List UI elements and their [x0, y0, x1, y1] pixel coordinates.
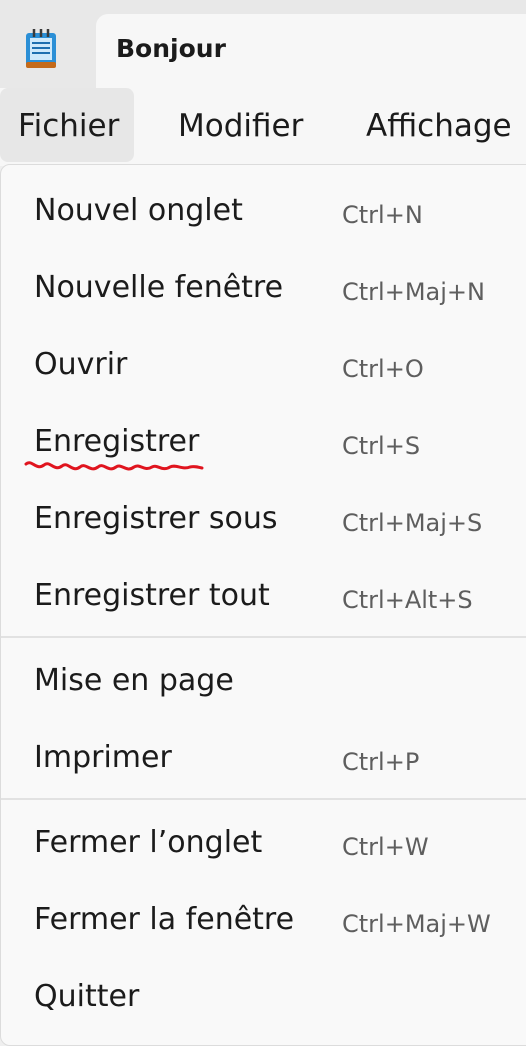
menu-item-close-window[interactable]: Fermer la fenêtre Ctrl+Maj+W — [1, 874, 526, 950]
menu-item-label: Fermer l’onglet — [34, 825, 263, 860]
document-tab[interactable]: Bonjour — [96, 14, 526, 88]
menu-item-save-all[interactable]: Enregistrer tout Ctrl+Alt+S — [1, 550, 526, 626]
menu-item-new-window[interactable]: Nouvelle fenêtre Ctrl+Maj+N — [1, 242, 526, 318]
menu-item-label: Fermer la fenêtre — [34, 902, 295, 937]
file-menu-dropdown: Nouvel onglet Ctrl+N Nouvelle fenêtre Ct… — [0, 164, 526, 1046]
tab-title: Bonjour — [116, 34, 226, 63]
menu-item-shortcut: Ctrl+W — [342, 833, 429, 861]
menu-fichier[interactable]: Fichier — [0, 88, 134, 162]
menu-item-shortcut: Ctrl+Alt+S — [342, 586, 473, 614]
menu-item-shortcut: Ctrl+Maj+W — [342, 910, 491, 938]
menu-item-label: Ouvrir — [34, 347, 128, 382]
notepad-icon — [26, 29, 56, 68]
menu-item-shortcut: Ctrl+Maj+N — [342, 278, 485, 306]
menu-item-label: Enregistrer tout — [34, 578, 270, 613]
menu-modifier[interactable]: Modifier — [178, 88, 303, 162]
menu-item-page-setup[interactable]: Mise en page — [1, 635, 526, 711]
menu-item-shortcut: Ctrl+O — [342, 355, 424, 383]
menu-item-label: Enregistrer sous — [34, 501, 278, 536]
menu-item-label: Enregistrer — [34, 424, 200, 459]
menu-item-close-tab[interactable]: Fermer l’onglet Ctrl+W — [1, 797, 526, 873]
menu-bar: Fichier Modifier Affichage — [0, 88, 526, 166]
title-bar: Bonjour — [0, 0, 526, 88]
menu-item-save-as[interactable]: Enregistrer sous Ctrl+Maj+S — [1, 473, 526, 549]
menu-item-open[interactable]: Ouvrir Ctrl+O — [1, 319, 526, 395]
menu-item-shortcut: Ctrl+S — [342, 432, 421, 460]
menu-item-new-tab[interactable]: Nouvel onglet Ctrl+N — [1, 165, 526, 241]
menu-item-label: Quitter — [34, 979, 140, 1014]
menu-item-shortcut: Ctrl+P — [342, 748, 420, 776]
menu-item-print[interactable]: Imprimer Ctrl+P — [1, 712, 526, 788]
menu-item-quit[interactable]: Quitter — [1, 951, 526, 1027]
menu-item-label: Nouvel onglet — [34, 193, 243, 228]
menu-item-label: Mise en page — [34, 663, 234, 698]
menu-affichage[interactable]: Affichage — [366, 88, 512, 162]
menu-item-shortcut: Ctrl+Maj+S — [342, 509, 483, 537]
annotation-squiggle — [24, 461, 204, 471]
menu-item-label: Nouvelle fenêtre — [34, 270, 284, 305]
menu-item-shortcut: Ctrl+N — [342, 201, 423, 229]
menu-item-label: Imprimer — [34, 740, 172, 775]
